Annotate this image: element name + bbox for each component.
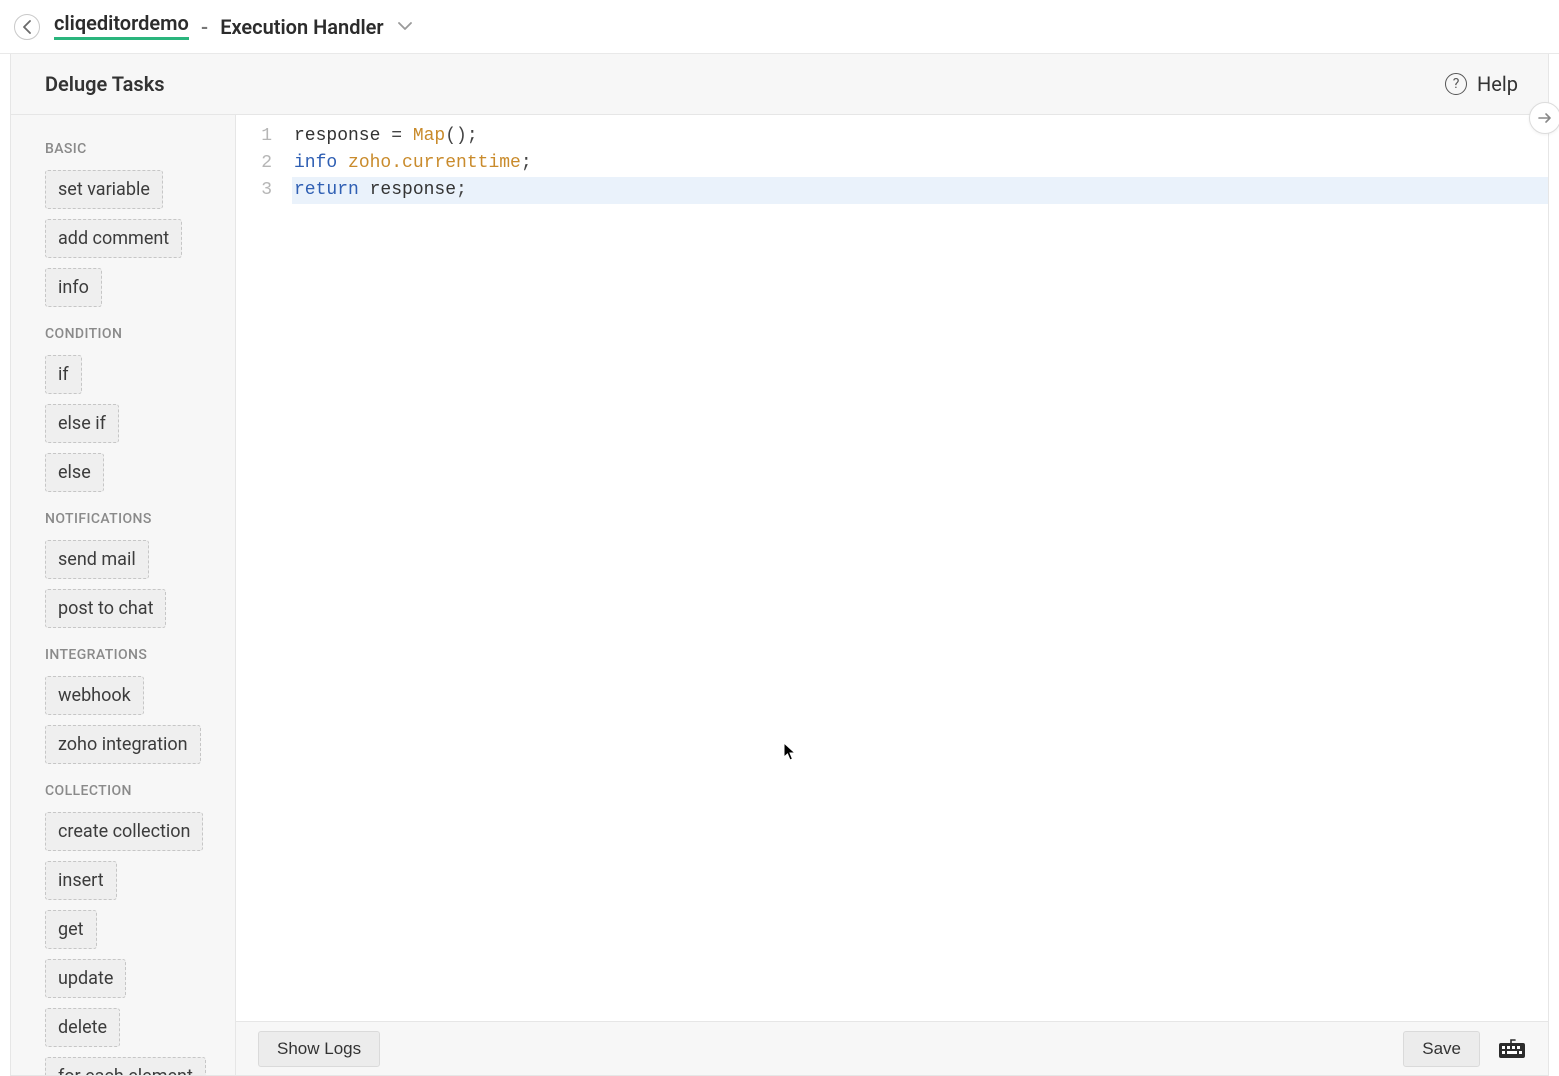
expand-panel-button[interactable] — [1529, 102, 1559, 134]
editor-footer: Show Logs Save — [236, 1021, 1548, 1075]
task-item[interactable]: send mail — [45, 540, 149, 579]
breadcrumb: cliqeditordemo - Execution Handler — [54, 13, 412, 40]
breadcrumb-page: Execution Handler — [220, 15, 383, 39]
code-line[interactable]: response = Map(); — [292, 123, 1548, 150]
task-group-label: CONDITION — [11, 312, 235, 350]
task-item[interactable]: post to chat — [45, 589, 166, 628]
code-line[interactable]: return response; — [292, 177, 1548, 204]
task-item[interactable]: if — [45, 355, 82, 394]
task-item[interactable]: update — [45, 959, 126, 998]
editor-area: 123 response = Map();info zoho.currentti… — [236, 115, 1548, 1075]
breadcrumb-dropdown[interactable] — [398, 22, 412, 31]
show-logs-button[interactable]: Show Logs — [258, 1031, 380, 1067]
footer-right-actions: Save — [1403, 1031, 1526, 1067]
task-item[interactable]: add comment — [45, 219, 182, 258]
task-item[interactable]: else — [45, 453, 104, 492]
code-editor[interactable]: 123 response = Map();info zoho.currentti… — [236, 115, 1548, 1021]
line-gutter: 123 — [236, 115, 286, 1021]
tasks-sidebar[interactable]: BASIC set variable add comment info CONDITIO… — [11, 115, 236, 1075]
chevron-left-icon — [23, 20, 32, 34]
task-group-label: NOTIFICATIONS — [11, 497, 235, 535]
back-button[interactable] — [14, 14, 40, 40]
arrow-right-icon — [1538, 112, 1552, 124]
task-item[interactable]: webhook — [45, 676, 144, 715]
help-label: Help — [1477, 72, 1518, 96]
code-content[interactable]: response = Map();info zoho.currenttime;r… — [286, 115, 1548, 1021]
task-item[interactable]: delete — [45, 1008, 120, 1047]
task-item[interactable]: info — [45, 268, 102, 307]
task-item[interactable]: insert — [45, 861, 117, 900]
task-item[interactable]: set variable — [45, 170, 163, 209]
main: BASIC set variable add comment info CONDITIO… — [10, 115, 1549, 1076]
task-group-label: BASIC — [11, 133, 235, 165]
save-button[interactable]: Save — [1403, 1031, 1480, 1067]
help-button[interactable]: ? Help — [1445, 72, 1518, 96]
help-icon: ? — [1445, 73, 1467, 95]
line-number: 1 — [236, 123, 272, 150]
keyboard-shortcuts-button[interactable] — [1498, 1038, 1526, 1060]
task-item[interactable]: for each element — [45, 1057, 206, 1075]
line-number: 3 — [236, 177, 272, 204]
top-header: cliqeditordemo - Execution Handler — [0, 0, 1559, 54]
task-item[interactable]: zoho integration — [45, 725, 201, 764]
task-group-label: INTEGRATIONS — [11, 633, 235, 671]
breadcrumb-project[interactable]: cliqeditordemo — [54, 13, 189, 40]
line-number: 2 — [236, 150, 272, 177]
task-item[interactable]: create collection — [45, 812, 203, 851]
tasks-title: Deluge Tasks — [45, 72, 165, 96]
task-item[interactable]: else if — [45, 404, 119, 443]
tasks-strip: Deluge Tasks ? Help — [10, 54, 1549, 115]
keyboard-icon — [1498, 1039, 1526, 1059]
task-group-label: COLLECTION — [11, 769, 235, 807]
code-line[interactable]: info zoho.currenttime; — [292, 150, 1548, 177]
breadcrumb-separator: - — [201, 15, 208, 39]
task-item[interactable]: get — [45, 910, 97, 949]
chevron-down-icon — [398, 22, 412, 31]
